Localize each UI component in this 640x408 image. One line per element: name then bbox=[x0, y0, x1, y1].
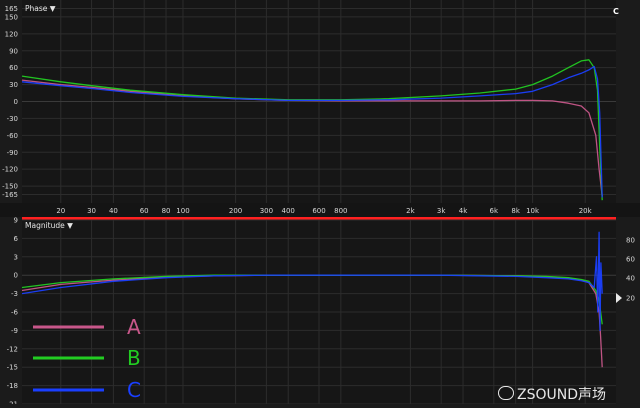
magnitude-panel-title[interactable]: Magnitude ▼ bbox=[25, 221, 73, 230]
analyzer-window: 165 150 120 90 60 30 0 -30 -60 -90 -120 -150 -165 Ph… bbox=[0, 0, 640, 408]
legend-label-a: A bbox=[127, 315, 141, 339]
magnitude-y-tick-label: 9 bbox=[14, 217, 18, 225]
phase-y-tick-label: -30 bbox=[7, 115, 18, 123]
legend-label-c: C bbox=[127, 378, 141, 402]
x-tick-label: 800 bbox=[334, 207, 347, 215]
x-tick-label: 80 bbox=[162, 207, 171, 215]
x-tick-label: 300 bbox=[260, 207, 273, 215]
phase-y-tick-label: -165 bbox=[2, 191, 18, 199]
x-tick-label: 4k bbox=[459, 207, 468, 215]
x-tick-label: 20 bbox=[56, 207, 65, 215]
phase-y-tick-label: 0 bbox=[14, 98, 18, 106]
magnitude-right-tick-label: 20 bbox=[626, 295, 635, 303]
x-tick-label: 200 bbox=[229, 207, 242, 215]
magnitude-right-tick-label: 60 bbox=[626, 256, 635, 264]
magnitude-y-tick-label: -3 bbox=[11, 290, 18, 298]
x-tick-label: 30 bbox=[87, 207, 96, 215]
phase-y-tick-label: -150 bbox=[2, 183, 18, 191]
phase-y-tick-label: 120 bbox=[5, 30, 18, 38]
phase-y-tick-label: 150 bbox=[5, 13, 18, 21]
phase-y-tick-label: -90 bbox=[7, 149, 18, 157]
magnitude-y-tick-label: -18 bbox=[7, 382, 18, 390]
magnitude-y-tick-label: -9 bbox=[11, 327, 18, 335]
phase-curve-marker: C bbox=[613, 7, 619, 16]
x-tick-label: 20k bbox=[579, 207, 593, 215]
legend-label-b: B bbox=[127, 346, 141, 370]
watermark-text: ZSOUND声场 bbox=[517, 387, 606, 403]
phase-y-tick-label: -120 bbox=[2, 166, 18, 174]
magnitude-y-tick-label: -21 bbox=[7, 401, 18, 405]
magnitude-y-tick-label: -15 bbox=[7, 364, 18, 372]
magnitude-y-tick-label: 0 bbox=[14, 272, 18, 280]
magnitude-y-tick-label: -6 bbox=[11, 309, 19, 317]
phase-y-tick-label: 30 bbox=[9, 81, 18, 89]
x-tick-label: 600 bbox=[312, 207, 325, 215]
x-tick-label: 60 bbox=[140, 207, 149, 215]
x-tick-label: 3k bbox=[437, 207, 446, 215]
magnitude-right-tick-label: 80 bbox=[626, 237, 635, 245]
x-tick-label: 400 bbox=[282, 207, 295, 215]
magnitude-y-tick-label: -12 bbox=[7, 345, 18, 353]
phase-panel-title[interactable]: Phase ▼ bbox=[25, 4, 56, 13]
phase-y-tick-label: 90 bbox=[9, 47, 18, 55]
x-tick-label: 2k bbox=[406, 207, 415, 215]
x-tick-label: 8k bbox=[511, 207, 520, 215]
x-tick-label: 6k bbox=[490, 207, 499, 215]
phase-y-tick-label: 60 bbox=[9, 64, 18, 72]
x-tick-label: 100 bbox=[176, 207, 189, 215]
phase-y-tick-label: -60 bbox=[7, 132, 18, 140]
magnitude-y-tick-label: 6 bbox=[14, 235, 19, 243]
watermark: ZSOUND声场 bbox=[498, 384, 640, 404]
magnitude-right-tick-label: 40 bbox=[626, 275, 635, 283]
x-tick-label: 40 bbox=[109, 207, 118, 215]
phase-y-tick-label: 165 bbox=[5, 5, 18, 13]
magnitude-y-tick-label: 3 bbox=[14, 253, 18, 261]
analyzer-chart: 1651501209060300-30-60-90-120-150-165 Ph… bbox=[0, 0, 640, 408]
wechat-icon bbox=[498, 386, 514, 400]
x-tick-label: 10k bbox=[526, 207, 540, 215]
